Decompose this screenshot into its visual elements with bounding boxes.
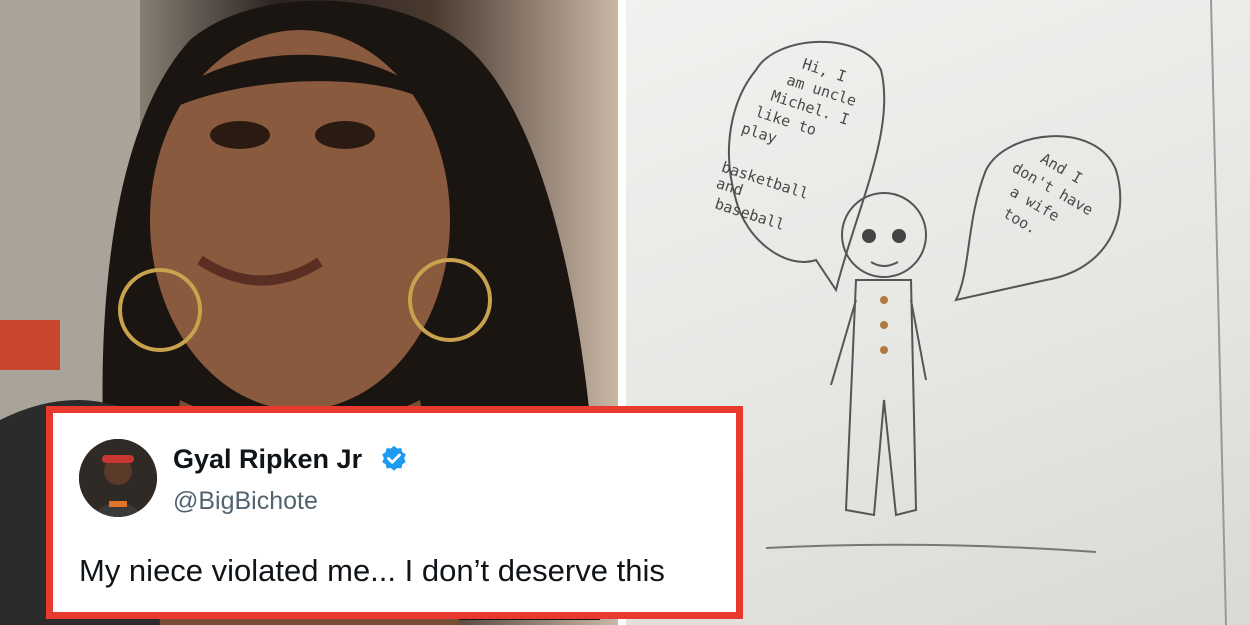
tweet-text: My niece violated me... I don’t deserve … [79,553,665,588]
verified-badge-icon [382,445,406,471]
display-name[interactable]: Gyal Ripken Jr [173,444,362,475]
tweet-card: Gyal Ripken Jr @BigBichote My niece viol… [46,406,743,619]
avatar-illustration [79,439,157,517]
user-handle[interactable]: @BigBichote [173,487,318,516]
speech-left-line: baseball [713,195,787,234]
avatar[interactable] [79,439,157,517]
